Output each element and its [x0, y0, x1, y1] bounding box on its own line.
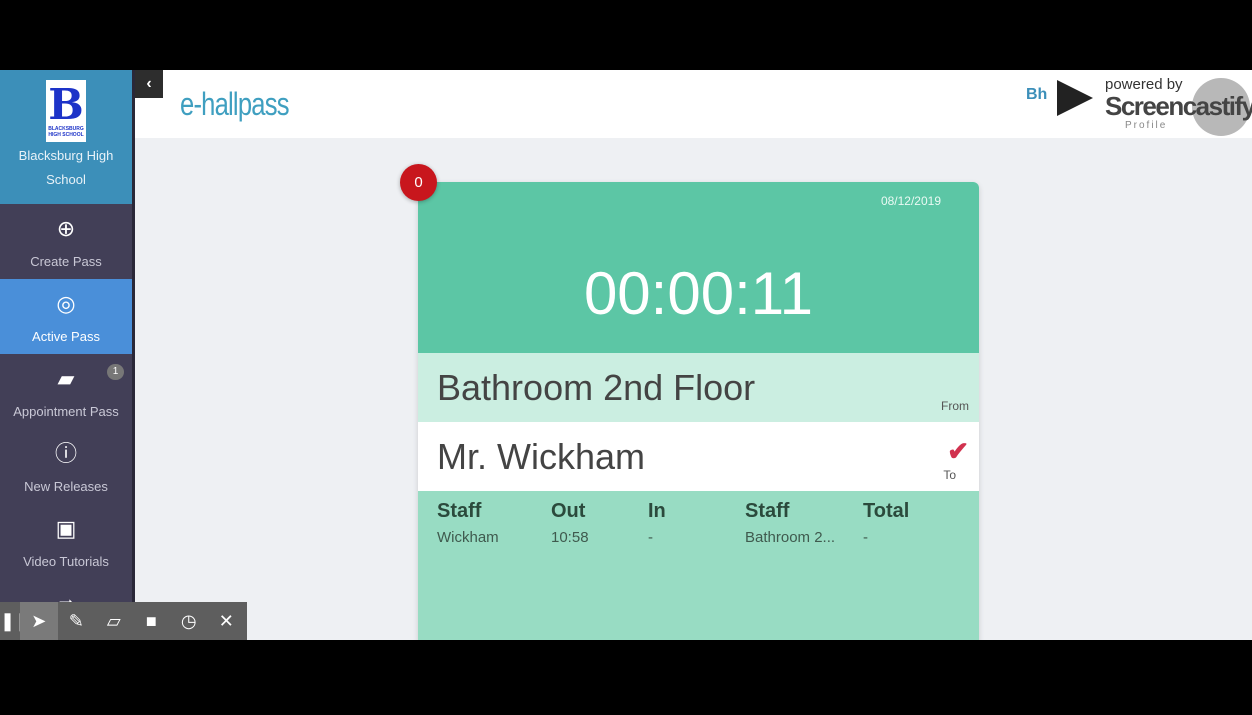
logo-letter: B: [48, 80, 84, 129]
sidebar-item-active-pass[interactable]: ◎ Active Pass: [0, 279, 132, 354]
from-label: From: [941, 399, 969, 413]
to-row: Mr. Wickham ✔ To: [418, 422, 979, 491]
user-initials[interactable]: Bh: [1026, 86, 1047, 104]
sidebar: B BLACKSBURG HIGH SCHOOL Blacksburg High …: [0, 70, 132, 640]
school-name: Blacksburg High School: [18, 148, 114, 187]
app-screen: B BLACKSBURG HIGH SCHOOL Blacksburg High …: [0, 70, 1252, 640]
column-header: Staff: [745, 500, 790, 522]
sidebar-item-new-releases[interactable]: ⓘ New Releases: [0, 429, 132, 504]
info-circle-icon: ⓘ: [54, 441, 77, 466]
sidebar-item-label: New Releases: [24, 479, 108, 494]
timer-icon[interactable]: ◷: [170, 602, 208, 640]
column-header: Out: [551, 500, 586, 522]
column-header: In: [648, 500, 666, 522]
close-icon[interactable]: ✕: [208, 602, 246, 640]
active-pass-card: 08/12/2019 00:00:11 Bathroom 2nd Floor F…: [418, 182, 979, 640]
column-header: Total: [863, 500, 910, 522]
table-cell: 10:58: [551, 529, 589, 546]
sidebar-item-create-pass[interactable]: ⊕ Create Pass: [0, 204, 132, 279]
pass-history-table: Staff Out In Staff Total Wickham 10:58 -…: [418, 491, 979, 640]
logo-caption: BLACKSBURG HIGH SCHOOL: [48, 126, 84, 138]
school-logo: B BLACKSBURG HIGH SCHOOL: [46, 80, 86, 142]
pass-date: 08/12/2019: [880, 194, 941, 208]
sidebar-item-label: Appointment Pass: [13, 404, 119, 419]
cursor-icon[interactable]: ➤: [20, 602, 58, 640]
plus-circle-icon: ⊕: [56, 216, 76, 241]
column-header: Staff: [437, 500, 482, 522]
from-location: Bathroom 2nd Floor: [437, 367, 756, 408]
table-row: Wickham 10:58 - Bathroom 2... -: [437, 529, 960, 546]
pass-timer: 00:00:11: [583, 260, 814, 327]
appointment-badge: 1: [107, 364, 124, 380]
eraser-icon[interactable]: ▱: [95, 602, 133, 640]
table-cell: Bathroom 2...: [745, 529, 836, 546]
pen-icon[interactable]: ✎: [58, 602, 96, 640]
collapse-sidebar-button[interactable]: ‹: [135, 70, 163, 98]
camera-icon[interactable]: ■: [133, 602, 171, 640]
from-row: Bathroom 2nd Floor From: [418, 353, 979, 422]
table-cell: Wickham: [437, 529, 499, 546]
compass-icon: ◎: [56, 291, 76, 316]
pass-header: 08/12/2019 00:00:11: [418, 182, 979, 353]
pause-icon[interactable]: ❚❚: [0, 602, 30, 640]
screencastify-watermark: powered by Screencastify Profile: [1055, 76, 1252, 136]
pass-count-badge: 0: [400, 164, 437, 201]
brand-logo: e-hallpass: [180, 86, 289, 122]
sidebar-item-label: Video Tutorials: [23, 554, 109, 569]
table-cell: -: [648, 529, 653, 546]
video-file-icon: ▣: [55, 516, 77, 541]
school-header[interactable]: B BLACKSBURG HIGH SCHOOL Blacksburg High …: [0, 70, 132, 204]
table-cell: -: [863, 529, 868, 546]
table-header: Staff Out In Staff Total: [437, 500, 960, 529]
sidebar-divider: [132, 70, 135, 640]
profile-link[interactable]: Profile: [1125, 120, 1167, 131]
to-location: Mr. Wickham: [437, 436, 646, 477]
sidebar-item-label: Active Pass: [32, 329, 100, 344]
to-label: To: [943, 468, 956, 482]
screencastify-name: Screencastify: [1105, 91, 1252, 121]
check-icon: ✔: [947, 436, 969, 466]
sidebar-item-label: Create Pass: [30, 254, 102, 269]
screencastify-toolbar: ❚❚ ➤ ✎ ▱ ■ ◷ ✕: [0, 602, 247, 640]
sidebar-item-video-tutorials[interactable]: ▣ Video Tutorials: [0, 504, 132, 579]
screencastify-arrow-icon: [1057, 80, 1093, 116]
sidebar-item-appointment-pass[interactable]: ▰ Appointment Pass 1: [0, 354, 132, 429]
